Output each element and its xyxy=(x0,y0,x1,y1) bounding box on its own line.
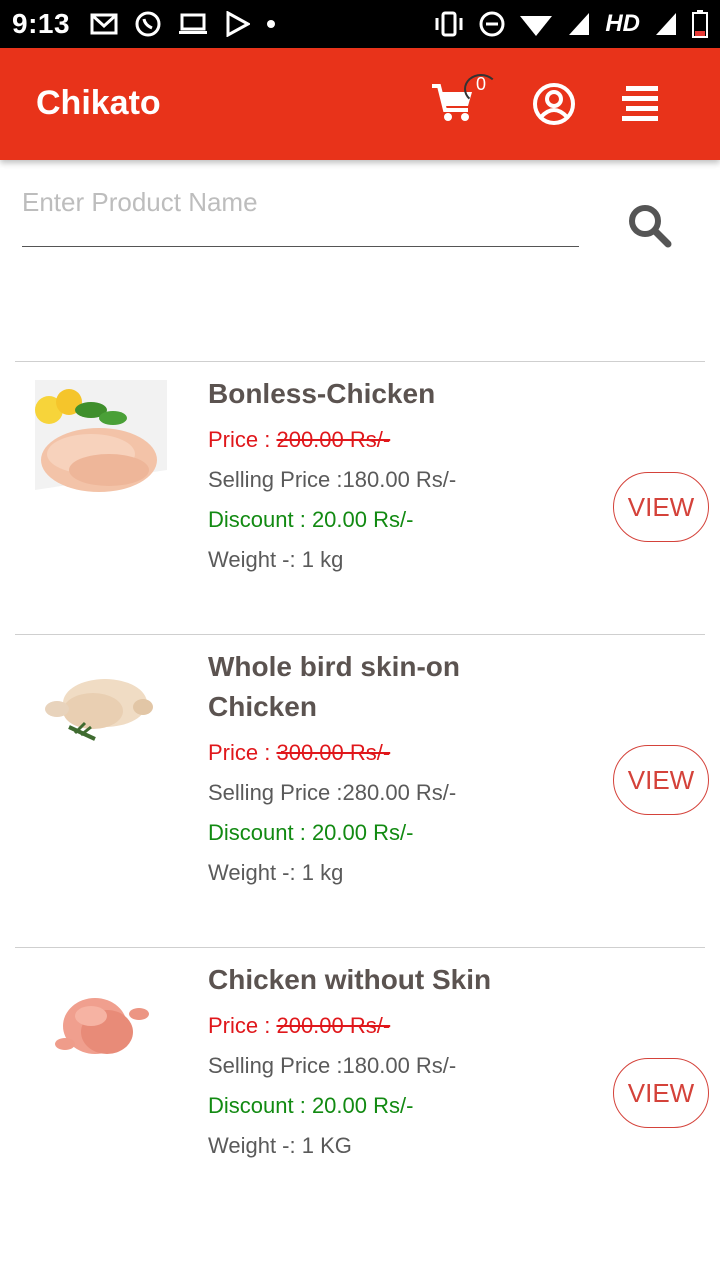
weight-label: Weight -: xyxy=(208,547,302,572)
selling-price: Selling Price :180.00 Rs/- xyxy=(208,1046,548,1086)
menu-icon xyxy=(622,86,658,121)
weight-value: 1 KG xyxy=(301,1133,352,1158)
laptop-icon xyxy=(178,12,208,36)
view-button[interactable]: VIEW xyxy=(613,745,709,815)
product-price: Price : 200.00 Rs/- xyxy=(208,1006,548,1046)
product-card: Bonless-Chicken Price : 200.00 Rs/- Sell… xyxy=(15,361,709,634)
product-name: Whole bird skin-on Chicken xyxy=(208,651,460,722)
gmail-icon xyxy=(90,13,118,35)
original-price: 200.00 Rs/- xyxy=(276,1013,391,1038)
product-price: Price : 300.00 Rs/- xyxy=(208,733,548,773)
weight-label: Weight -: xyxy=(208,1133,302,1158)
battery-icon xyxy=(692,10,708,38)
product-list: Bonless-Chicken Price : 200.00 Rs/- Sell… xyxy=(0,361,720,1220)
discount-value: 20.00 Rs/- xyxy=(311,820,414,845)
status-bar: 9:13 HD xyxy=(0,0,720,48)
product-image xyxy=(35,380,167,512)
brand-title[interactable]: Chikato xyxy=(36,84,161,123)
weight: Weight -: 1 KG xyxy=(208,1126,548,1166)
original-price: 200.00 Rs/- xyxy=(276,427,391,452)
product-card: Whole bird skin-on Chicken Price : 300.0… xyxy=(15,634,709,947)
product-name: Bonless-Chicken xyxy=(208,378,436,409)
selling-label: Selling Price : xyxy=(208,1053,343,1078)
selling-value: 280.00 Rs/- xyxy=(342,780,457,805)
product-name: Chicken without Skin xyxy=(208,964,492,995)
vibrate-icon xyxy=(433,11,465,37)
user-icon xyxy=(533,83,575,125)
selling-price: Selling Price :280.00 Rs/- xyxy=(208,773,548,813)
discount: Discount : 20.00 Rs/- xyxy=(208,500,548,540)
price-label: Price : xyxy=(208,427,277,452)
weight-value: 1 kg xyxy=(301,547,344,572)
account-button[interactable] xyxy=(532,82,576,126)
product-card: Chicken without Skin Price : 200.00 Rs/-… xyxy=(15,947,709,1220)
discount-value: 20.00 Rs/- xyxy=(311,507,414,532)
weight-value: 1 kg xyxy=(301,860,344,885)
signal-icon xyxy=(567,11,591,37)
weight: Weight -: 1 kg xyxy=(208,853,548,893)
price-label: Price : xyxy=(208,740,277,765)
discount: Discount : 20.00 Rs/- xyxy=(208,1086,548,1126)
discount-value: 20.00 Rs/- xyxy=(311,1093,414,1118)
play-store-icon xyxy=(224,11,251,37)
whatsapp-icon xyxy=(134,10,162,38)
discount-label: Discount : xyxy=(208,820,312,845)
selling-price: Selling Price :180.00 Rs/- xyxy=(208,460,548,500)
dnd-icon xyxy=(479,11,505,37)
search-icon xyxy=(629,205,672,248)
dot-icon xyxy=(266,19,276,29)
weight-label: Weight -: xyxy=(208,860,302,885)
network-type: HD xyxy=(605,10,640,37)
selling-value: 180.00 Rs/- xyxy=(342,1053,457,1078)
wifi-icon xyxy=(519,11,553,37)
product-image xyxy=(35,966,167,1098)
original-price: 300.00 Rs/- xyxy=(276,740,391,765)
selling-label: Selling Price : xyxy=(208,780,343,805)
cart-count-badge: 0 xyxy=(475,74,486,94)
product-image xyxy=(35,653,167,785)
weight: Weight -: 1 kg xyxy=(208,540,548,580)
view-button[interactable]: VIEW xyxy=(613,1058,709,1128)
discount-label: Discount : xyxy=(208,507,312,532)
discount-label: Discount : xyxy=(208,1093,312,1118)
product-price: Price : 200.00 Rs/- xyxy=(208,420,548,460)
view-button[interactable]: VIEW xyxy=(613,472,709,542)
signal-icon-2 xyxy=(654,11,678,37)
discount: Discount : 20.00 Rs/- xyxy=(208,813,548,853)
selling-value: 180.00 Rs/- xyxy=(342,467,457,492)
status-time: 9:13 xyxy=(12,8,71,39)
menu-button[interactable] xyxy=(620,84,660,124)
search-button[interactable] xyxy=(626,202,672,248)
selling-label: Selling Price : xyxy=(208,467,343,492)
search-field xyxy=(22,180,579,247)
price-label: Price : xyxy=(208,1013,277,1038)
search-input[interactable] xyxy=(22,180,579,224)
